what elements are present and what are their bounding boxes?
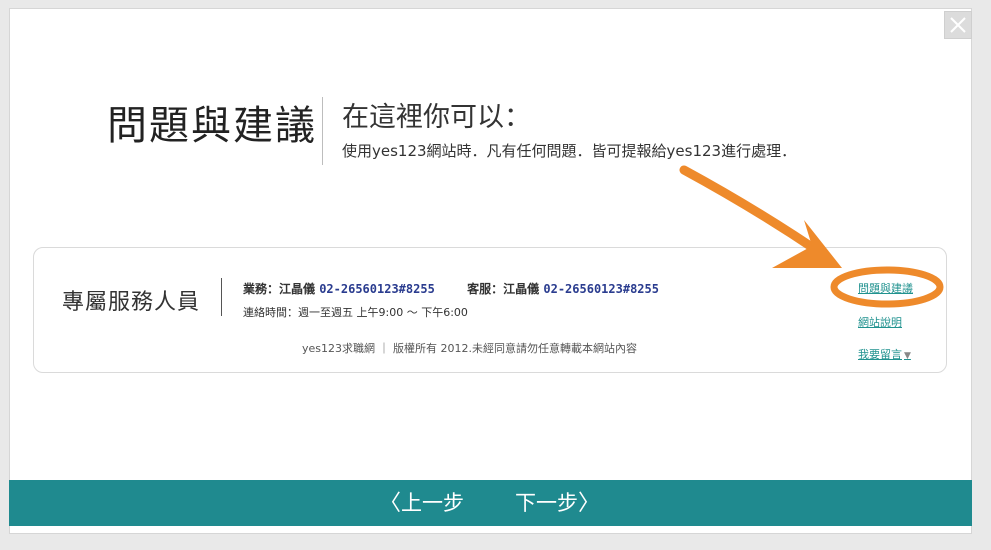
next-step-button[interactable]: 下一步〉 [515,487,600,519]
chevron-left-icon: 〈 [379,491,402,516]
prev-step-button[interactable]: 〈上一步 [379,487,464,519]
chevron-right-icon: 〉 [578,491,601,516]
business-label: 業務：江晶儀 [243,282,316,296]
feedback-link[interactable]: 問題與建議 [858,280,913,296]
caret-down-icon: ▼ [904,351,911,361]
page-description: 使用yes123網站時．凡有任何問題．皆可提報給yes123進行處理． [342,142,797,160]
business-phone: 02-26560123#8255 [319,282,435,296]
next-step-label: 下一步 [515,491,578,515]
copyright-text: yes123求職網 ｜ 版權所有 2012.未經同意請勿任意轉載本網站內容 [302,342,637,355]
prev-step-label: 上一步 [401,491,465,515]
contact-line: 業務：江晶儀 02-26560123#8255 客服：江晶儀 02-265601… [243,280,659,297]
site-footer-card: 專屬服務人員 業務：江晶儀 02-26560123#8255 客服：江晶儀 02… [33,247,947,373]
staff-divider [221,278,222,316]
title-divider [322,97,323,165]
leave-message-label: 我要留言 [858,348,902,361]
service-label: 客服：江晶儀 [467,282,540,296]
contact-hours: 連絡時間：週一至週五 上午9:00 ～ 下午6:00 [243,306,468,319]
close-button[interactable] [944,11,972,39]
leave-message-link[interactable]: 我要留言 ▼ [858,346,911,362]
page-subtitle: 在這裡你可以： [342,102,531,133]
site-help-link[interactable]: 網站說明 [858,314,902,330]
service-phone: 02-26560123#8255 [543,282,659,296]
wizard-nav-bar: 〈上一步 下一步〉 [9,480,972,526]
close-icon [950,17,966,33]
staff-label: 專屬服務人員 [62,290,201,315]
page-title: 問題與建議 [107,103,317,149]
tutorial-dialog: 問題與建議 在這裡你可以： 使用yes123網站時．凡有任何問題．皆可提報給ye… [9,8,972,534]
